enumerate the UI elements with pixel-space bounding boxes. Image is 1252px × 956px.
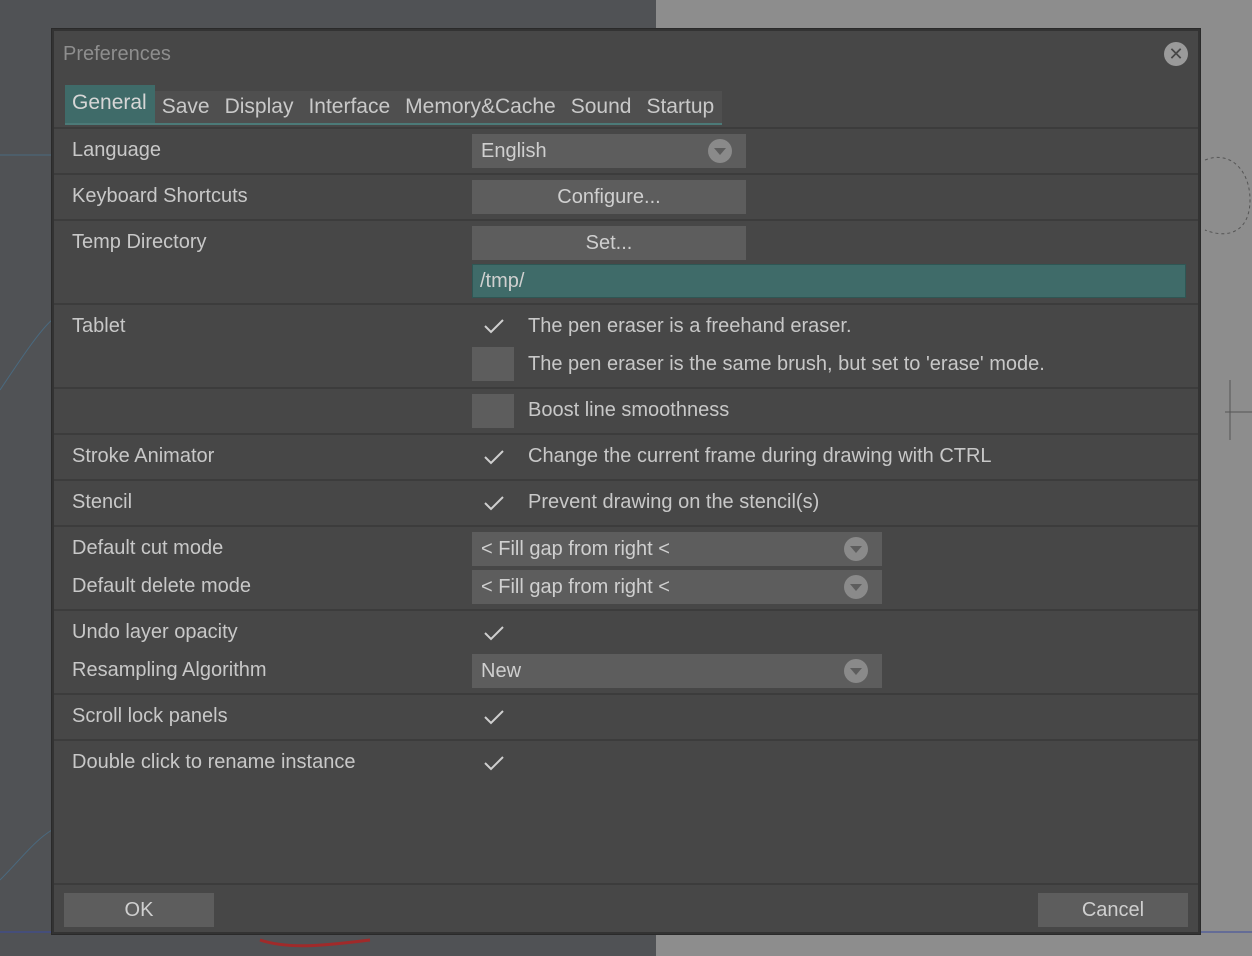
language-value: English	[481, 140, 547, 162]
set-directory-button[interactable]: Set...	[472, 226, 746, 260]
default-delete-mode-value: < Fill gap from right <	[481, 576, 670, 598]
boost-smoothness-text: Boost line smoothness	[528, 399, 730, 421]
language-label: Language	[72, 139, 161, 161]
default-delete-mode-select[interactable]: < Fill gap from right <	[472, 570, 882, 604]
stroke-animator-checkbox[interactable]	[472, 440, 514, 474]
default-cut-mode-label: Default cut mode	[72, 537, 224, 559]
tab-sound[interactable]: Sound	[563, 91, 640, 123]
temp-directory-label: Temp Directory	[72, 231, 207, 253]
double-click-rename-checkbox[interactable]	[472, 746, 514, 780]
cut-delete-mode-row: Default cut mode < Fill gap from right <…	[54, 525, 1198, 609]
tab-memory-cache[interactable]: Memory&Cache	[398, 91, 564, 123]
stroke-animator-text: Change the current frame during drawing …	[528, 445, 992, 467]
tab-display[interactable]: Display	[217, 91, 302, 123]
same-brush-eraser-text: The pen eraser is the same brush, but se…	[528, 353, 1045, 375]
tablet-row: Tablet The pen eraser is a freehand eras…	[54, 303, 1198, 387]
cancel-button[interactable]: Cancel	[1038, 893, 1188, 927]
dialog-titlebar[interactable]: Preferences ✕	[54, 31, 1198, 77]
configure-button[interactable]: Configure...	[472, 180, 746, 214]
tablet-label: Tablet	[72, 315, 126, 337]
tab-general[interactable]: General	[65, 85, 155, 123]
scroll-lock-row: Scroll lock panels	[54, 693, 1198, 739]
checkmark-icon	[484, 756, 504, 771]
checkmark-icon	[484, 450, 504, 465]
checkmark-icon	[484, 626, 504, 641]
keyboard-shortcuts-row: Keyboard Shortcuts Configure...	[54, 173, 1198, 219]
temp-directory-row: Temp Directory Set... /tmp/	[54, 219, 1198, 303]
resampling-algorithm-value: New	[481, 660, 522, 682]
freehand-eraser-checkbox[interactable]	[472, 309, 514, 343]
checkmark-icon	[484, 710, 504, 725]
boost-smoothness-checkbox[interactable]	[472, 394, 514, 428]
scroll-lock-panels-checkbox[interactable]	[472, 700, 514, 734]
stencil-checkbox[interactable]	[472, 486, 514, 520]
freehand-eraser-text: The pen eraser is a freehand eraser.	[528, 315, 852, 337]
stroke-animator-row: Stroke Animator Change the current frame…	[54, 433, 1198, 479]
undo-layer-opacity-label: Undo layer opacity	[72, 621, 238, 643]
tab-bar: General Save Display Interface Memory&Ca…	[65, 85, 723, 125]
dialog-title: Preferences	[63, 43, 171, 65]
stencil-text: Prevent drawing on the stencil(s)	[528, 491, 820, 513]
default-cut-mode-value: < Fill gap from right <	[481, 538, 670, 560]
undo-layer-opacity-checkbox[interactable]	[472, 616, 514, 650]
chevron-down-icon	[844, 659, 868, 683]
close-icon[interactable]: ✕	[1164, 42, 1188, 66]
default-delete-mode-label: Default delete mode	[72, 575, 252, 597]
ok-button[interactable]: OK	[64, 893, 214, 927]
keyboard-shortcuts-label: Keyboard Shortcuts	[72, 185, 248, 207]
default-cut-mode-select[interactable]: < Fill gap from right <	[472, 532, 882, 566]
tab-startup[interactable]: Startup	[639, 91, 723, 123]
scroll-lock-panels-label: Scroll lock panels	[72, 705, 228, 727]
boost-smoothness-row: Boost line smoothness	[54, 387, 1198, 433]
checkmark-icon	[484, 496, 504, 511]
preferences-dialog: Preferences ✕ General Save Display Inter…	[52, 29, 1200, 934]
language-row: Language English	[54, 127, 1198, 173]
double-click-rename-row: Double click to rename instance	[54, 739, 1198, 785]
stroke-animator-label: Stroke Animator	[72, 445, 215, 467]
temp-directory-field[interactable]: /tmp/	[472, 264, 1186, 298]
dialog-footer: OK Cancel	[54, 883, 1198, 927]
tab-interface[interactable]: Interface	[301, 91, 399, 123]
same-brush-eraser-checkbox[interactable]	[472, 347, 514, 381]
chevron-down-icon	[844, 537, 868, 561]
chevron-down-icon	[708, 139, 732, 163]
resampling-algorithm-select[interactable]: New	[472, 654, 882, 688]
stencil-label: Stencil	[72, 491, 133, 513]
stencil-row: Stencil Prevent drawing on the stencil(s…	[54, 479, 1198, 525]
undo-resampling-row: Undo layer opacity Resampling Algorithm …	[54, 609, 1198, 693]
chevron-down-icon	[844, 575, 868, 599]
language-select[interactable]: English	[472, 134, 746, 168]
double-click-rename-label: Double click to rename instance	[72, 751, 356, 773]
resampling-algorithm-label: Resampling Algorithm	[72, 659, 267, 681]
tab-save[interactable]: Save	[154, 91, 218, 123]
checkmark-icon	[484, 319, 504, 334]
